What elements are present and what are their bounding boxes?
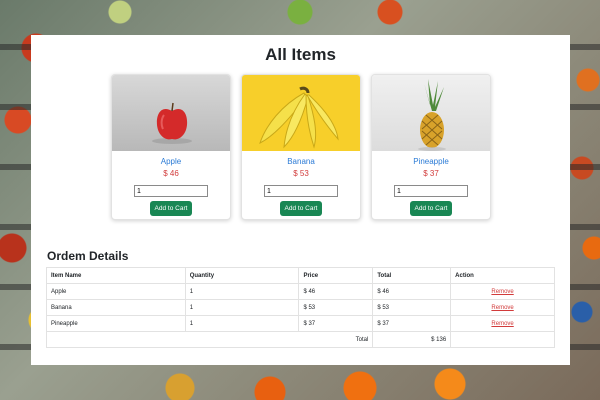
add-to-cart-button[interactable]: Add to Cart [149,201,193,216]
product-card-apple: Apple $ 46 Add to Cart [111,74,231,220]
total-cell: $ 53 [372,299,452,316]
product-image-apple [112,75,230,151]
column-header: Item Name [46,267,186,284]
column-header: Action [450,267,555,284]
column-header: Price [298,267,374,284]
product-name[interactable]: Banana [242,157,360,167]
table-row: Apple 1 $ 46 $ 46 Remove [46,283,555,300]
pineapple-icon [418,79,446,151]
item-name-cell: Apple [46,283,186,300]
product-image-pineapple [372,75,490,151]
remove-link[interactable]: Remove [491,321,513,327]
quantity-input[interactable] [264,185,338,197]
table-row: Pineapple 1 $ 37 $ 37 Remove [46,315,555,332]
item-name-cell: Banana [46,299,186,316]
quantity-cell: 1 [184,299,300,316]
page-title: All Items [265,45,336,64]
quantity-input[interactable] [394,185,468,197]
add-to-cart-button[interactable]: Add to Cart [279,201,323,216]
action-cell: Remove [450,299,555,316]
price-cell: $ 37 [298,315,374,332]
total-row: Total $ 136 [45,331,555,348]
quantity-input[interactable] [134,185,208,197]
banana-icon [259,86,339,149]
column-header: Total [372,267,452,284]
remove-link[interactable]: Remove [491,305,513,311]
product-price: $ 53 [293,169,309,178]
table-header-row: Item Name Quantity Price Total Action [46,267,555,284]
column-header: Quantity [184,267,300,284]
price-cell: $ 46 [298,283,374,300]
product-price: $ 46 [163,169,179,178]
order-table: Item Name Quantity Price Total Action Ap… [45,267,555,348]
action-cell: Remove [450,315,555,332]
empty-cell [450,331,555,348]
table-row: Banana 1 $ 53 $ 53 Remove [46,299,555,316]
product-name[interactable]: Apple [112,157,230,167]
action-cell: Remove [450,283,555,300]
remove-link[interactable]: Remove [491,289,513,295]
product-price: $ 37 [423,169,439,178]
total-label: Total [45,331,374,348]
add-to-cart-button[interactable]: Add to Cart [409,201,453,216]
product-image-banana [242,75,360,151]
order-details-title: Ordem Details [47,249,129,263]
total-value: $ 136 [372,331,452,348]
item-name-cell: Pineapple [46,315,186,332]
quantity-cell: 1 [184,315,300,332]
total-cell: $ 46 [372,283,452,300]
product-grid: Apple $ 46 Add to Cart Banana $ 53 Add t… [111,74,491,220]
quantity-cell: 1 [184,283,300,300]
product-name[interactable]: Pineapple [372,157,490,167]
total-cell: $ 37 [372,315,452,332]
price-cell: $ 53 [298,299,374,316]
product-card-banana: Banana $ 53 Add to Cart [241,74,361,220]
product-card-pineapple: Pineapple $ 37 Add to Cart [371,74,491,220]
apple-icon [152,102,192,144]
main-panel: All Items Apple $ 46 Add to Cart [31,35,570,365]
